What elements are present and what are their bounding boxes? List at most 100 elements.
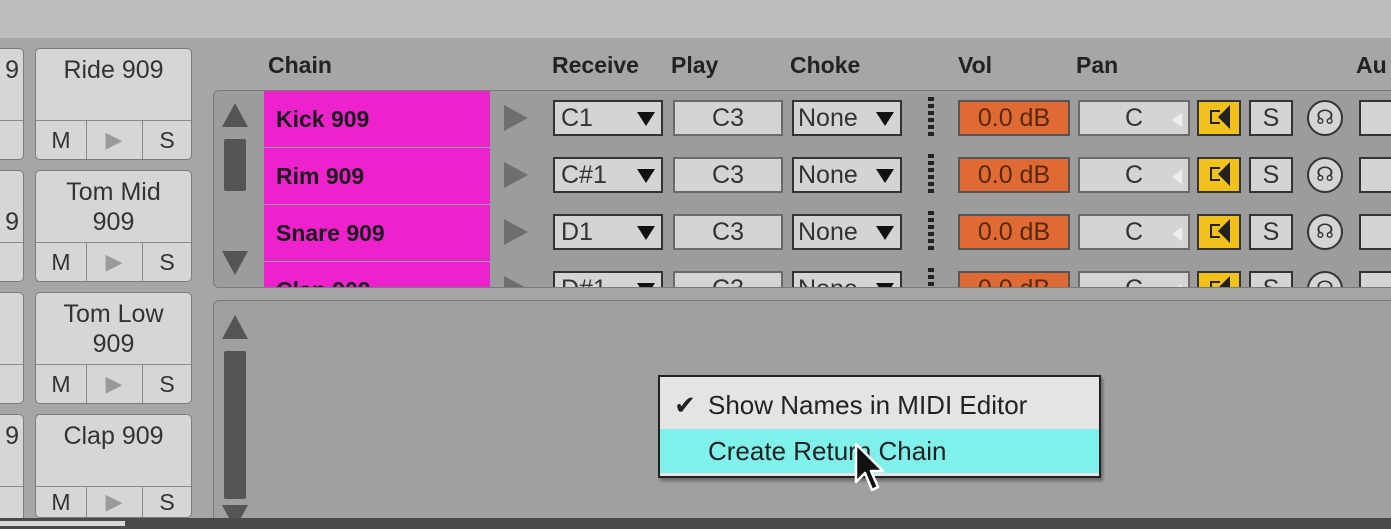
grip-handle[interactable] [928,268,934,287]
speaker-icon[interactable] [1197,271,1241,287]
play-triangle-icon[interactable] [504,219,528,245]
scroll-up-icon[interactable] [222,315,248,339]
speaker-cone [1218,219,1230,243]
dropdown-arrow-icon [637,112,655,126]
pan-field[interactable]: C [1078,157,1190,193]
choke-select[interactable]: None [792,100,902,136]
header-audio: Au [1356,52,1387,78]
speaker-icon[interactable] [1197,214,1241,250]
solo-button[interactable]: S [1249,157,1293,193]
drum-pad[interactable]: 9 S [0,48,24,160]
drum-pad-tom-low[interactable]: Tom Low 909 M ▶ S [35,292,192,404]
headphones-icon[interactable]: ☊ [1307,100,1343,136]
solo-button[interactable]: S [1249,271,1293,287]
play-triangle-icon[interactable] [504,162,528,188]
play-triangle-icon[interactable] [504,276,528,287]
solo-button[interactable]: S [0,487,1,518]
choke-select[interactable]: None [792,271,902,287]
play-icon[interactable]: ▶ [86,487,143,517]
mute-button[interactable]: M [36,243,87,281]
mute-button[interactable]: M [36,365,87,403]
solo-button[interactable]: S [1249,100,1293,136]
choke-select[interactable]: None [792,157,902,193]
play-triangle-icon[interactable] [504,105,528,131]
solo-button[interactable]: S [0,243,1,281]
chain-name[interactable]: Kick 909 [264,91,490,147]
drum-pad-tom-mid[interactable]: Tom Mid 909 M ▶ S [35,170,192,282]
play-note-field[interactable]: C3 [673,214,783,250]
solo-button[interactable]: S [142,121,192,159]
header-choke: Choke [790,52,861,78]
grip-handle[interactable] [928,154,934,196]
pad-controls: S [0,242,23,281]
drum-pad-clap[interactable]: Clap 909 M ▶ S [35,414,192,518]
scroll-thumb[interactable] [224,351,246,499]
solo-button[interactable]: S [142,243,192,281]
audio-to-field[interactable] [1359,214,1391,250]
speaker-icon[interactable] [1197,100,1241,136]
play-icon[interactable]: ▶ [86,121,143,159]
chain-name[interactable]: Snare 909 [264,205,490,261]
chain-row[interactable]: Kick 909 C1 C3 None 0.0 dB C S ☊ [264,91,1391,147]
choke-value: None [798,275,858,287]
drum-pad-ride[interactable]: Ride 909 M ▶ S [35,48,192,160]
solo-button[interactable]: S [1249,214,1293,250]
receive-select[interactable]: C1 [553,100,663,136]
play-icon[interactable]: ▶ [86,365,143,403]
chain-row[interactable]: Clap 909 D#1 C3 None 0.0 dB C S ☊ [264,262,1391,287]
play-icon[interactable]: ▶ [86,243,143,281]
headphones-icon[interactable]: ☊ [1307,157,1343,193]
solo-button[interactable]: S [142,487,192,517]
dropdown-arrow-icon [876,112,894,126]
chain-name[interactable]: Rim 909 [264,148,490,204]
solo-button[interactable]: S [142,365,192,403]
audio-to-field[interactable] [1359,100,1391,136]
chain-name[interactable]: Clap 909 [264,262,490,287]
scroll-thumb[interactable] [224,139,246,191]
audio-to-field[interactable] [1359,157,1391,193]
pad-name: 9 [5,56,19,84]
mute-button[interactable]: M [36,121,87,159]
mute-button[interactable]: M [36,487,87,517]
menu-item-show-names[interactable]: ✔ Show Names in MIDI Editor [660,383,1099,427]
headphones-icon[interactable]: ☊ [1307,214,1343,250]
pan-field[interactable]: C [1078,100,1190,136]
chain-row[interactable]: Snare 909 D1 C3 None 0.0 dB C S ☊ [264,205,1391,261]
pan-field[interactable]: C [1078,271,1190,287]
pad-controls: M ▶ S [36,486,191,517]
solo-button[interactable]: S [0,365,1,403]
pan-field[interactable]: C [1078,214,1190,250]
choke-value: None [798,218,858,246]
drum-pad[interactable]: S [0,292,24,404]
receive-select[interactable]: D#1 [553,271,663,287]
choke-select[interactable]: None [792,214,902,250]
volume-field[interactable]: 0.0 dB [958,271,1070,287]
solo-button[interactable]: S [0,121,1,159]
drum-pad[interactable]: 9 S [0,414,24,518]
grip-handle[interactable] [928,97,934,139]
volume-field[interactable]: 0.0 dB [958,100,1070,136]
receive-value: C#1 [561,161,607,189]
drum-pad[interactable]: 9 S [0,170,24,282]
grip-handle[interactable] [928,211,934,253]
headphones-icon[interactable]: ☊ [1307,271,1343,287]
mouse-cursor-icon [854,442,885,492]
scroll-down-icon[interactable] [222,251,248,275]
speaker-icon[interactable] [1197,157,1241,193]
pan-indicator-icon [1172,113,1182,127]
chain-row[interactable]: Rim 909 C#1 C3 None 0.0 dB C S ☊ [264,148,1391,204]
video-progress-bar[interactable] [0,518,1391,529]
receive-value: D1 [561,218,593,246]
pad-controls: S [0,120,23,159]
dropdown-arrow-icon [876,169,894,183]
receive-select[interactable]: C#1 [553,157,663,193]
play-note-field[interactable]: C3 [673,157,783,193]
scroll-up-icon[interactable] [222,103,248,127]
volume-field[interactable]: 0.0 dB [958,157,1070,193]
play-note-field[interactable]: C3 [673,271,783,287]
volume-field[interactable]: 0.0 dB [958,214,1070,250]
audio-to-field[interactable] [1359,271,1391,287]
pad-name: 9 [5,208,19,236]
play-note-field[interactable]: C3 [673,100,783,136]
receive-select[interactable]: D1 [553,214,663,250]
